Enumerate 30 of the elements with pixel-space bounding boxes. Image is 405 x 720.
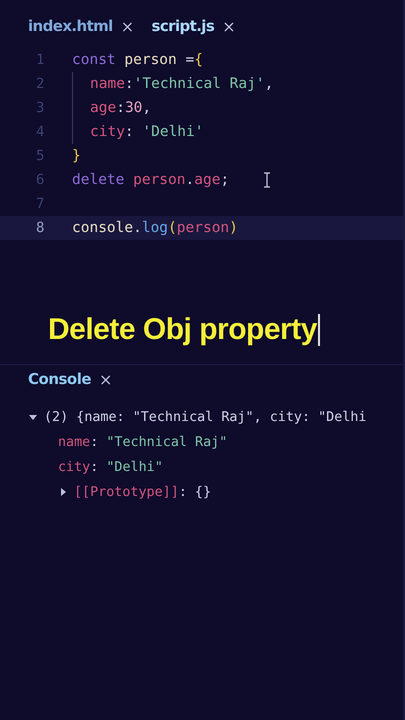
expanded-triangle-icon[interactable] [28, 412, 38, 422]
code-line: city: 'Delhi' [90, 124, 204, 140]
editor-tab[interactable]: script.js × [152, 16, 235, 36]
code-line: const person ={ [72, 52, 203, 68]
code-line: } [72, 148, 81, 164]
console-line: city: "Delhi" [58, 460, 163, 474]
line-number: 4 [35, 124, 46, 140]
editor-tab[interactable]: index.html × [28, 16, 134, 36]
line-number: 2 [35, 76, 46, 92]
line-number: 3 [35, 100, 46, 116]
line-number: 8 [35, 220, 46, 236]
line-number: 5 [35, 148, 46, 164]
text-cursor-icon [263, 172, 272, 188]
console-tab[interactable]: Console [28, 370, 92, 388]
console-line: (2) {name: "Technical Raj", city: "Delhi [44, 410, 366, 424]
close-icon[interactable]: × [120, 16, 134, 36]
collapsed-triangle-icon[interactable] [58, 487, 68, 497]
video-title: Delete Obj property [48, 313, 317, 347]
close-icon[interactable]: × [99, 370, 112, 388]
code-line: delete person.age; [72, 172, 230, 188]
line-number: 7 [35, 196, 46, 212]
console-line: [[Prototype]]: {} [74, 484, 212, 500]
code-line: name:'Technical Raj', [90, 76, 274, 92]
code-line: console.log(person) [72, 220, 238, 236]
text-caret [318, 314, 320, 346]
code-line: age:30, [90, 100, 152, 116]
console-line: name: "Technical Raj" [58, 434, 228, 450]
line-number: 1 [35, 52, 46, 68]
close-icon[interactable]: × [222, 16, 235, 36]
line-number: 6 [35, 172, 46, 188]
